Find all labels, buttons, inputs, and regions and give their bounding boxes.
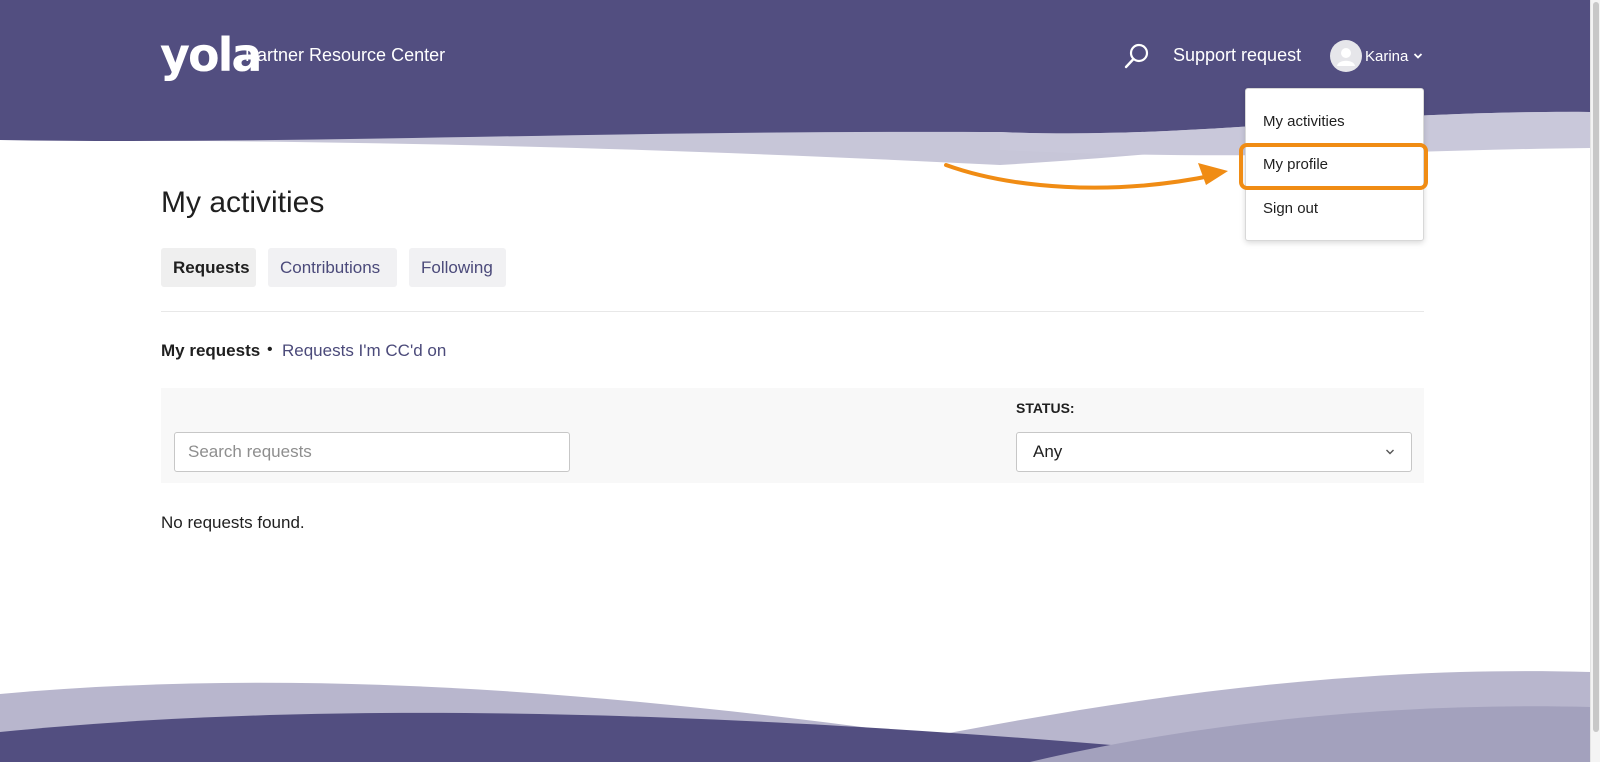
footer-wave-decoration xyxy=(0,671,1590,762)
user-icon xyxy=(1337,48,1355,66)
status-label: STATUS: xyxy=(1016,400,1075,416)
search-icon[interactable] xyxy=(1123,42,1151,70)
vertical-scrollbar[interactable] xyxy=(1590,0,1600,762)
scrollbar-thumb[interactable] xyxy=(1593,2,1599,732)
menu-item-my-activities[interactable]: My activities xyxy=(1263,113,1345,130)
empty-state-message: No requests found. xyxy=(161,513,305,532)
annotation-arrow-icon xyxy=(944,163,1228,190)
avatar xyxy=(1330,40,1362,72)
status-select[interactable]: Any xyxy=(1016,432,1412,472)
tab-contributions[interactable]: Contributions xyxy=(268,248,397,287)
brand-title[interactable]: Partner Resource Center xyxy=(245,45,445,66)
user-name: Karina xyxy=(1365,47,1409,65)
chevron-down-icon xyxy=(1414,53,1423,59)
subnav-requests-cc[interactable]: Requests I'm CC'd on xyxy=(282,341,446,361)
my-profile-highlight-box xyxy=(1239,143,1428,190)
menu-item-sign-out[interactable]: Sign out xyxy=(1263,200,1318,217)
divider xyxy=(161,311,1424,312)
tab-following[interactable]: Following xyxy=(409,248,506,287)
support-request-link[interactable]: Support request xyxy=(1173,45,1301,66)
status-select-value: Any xyxy=(1033,442,1063,461)
user-menu-toggle[interactable]: Karina xyxy=(1330,39,1423,73)
page-title: My activities xyxy=(161,186,325,219)
subnav-my-requests[interactable]: My requests xyxy=(161,341,260,361)
tab-requests[interactable]: Requests xyxy=(161,248,256,287)
chevron-down-icon xyxy=(1386,449,1394,455)
subnav-separator: • xyxy=(267,341,273,358)
search-requests-input[interactable] xyxy=(174,432,570,472)
